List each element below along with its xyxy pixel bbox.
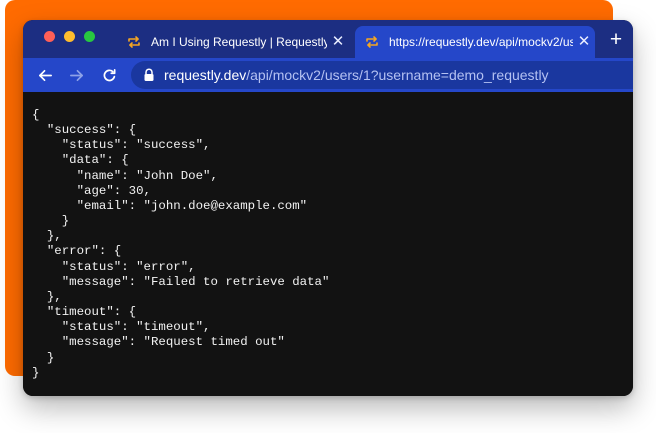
toolbar: requestly.dev/api/mockv2/users/1?usernam… — [23, 58, 633, 92]
tab-title: https://requestly.dev/api/mockv2/users/1… — [389, 35, 573, 49]
back-button[interactable] — [35, 65, 55, 85]
window-close-button[interactable] — [44, 31, 55, 42]
url-text[interactable]: requestly.dev/api/mockv2/users/1?usernam… — [164, 67, 549, 83]
new-tab-button[interactable]: + — [605, 29, 627, 51]
address-bar[interactable]: requestly.dev/api/mockv2/users/1?usernam… — [131, 61, 633, 89]
arrow-right-icon — [69, 69, 83, 81]
window-minimize-button[interactable] — [64, 31, 75, 42]
requestly-swap-icon — [127, 35, 141, 49]
tab-close-button[interactable]: ✕ — [573, 34, 595, 50]
forward-button[interactable] — [66, 65, 86, 85]
requestly-swap-icon — [365, 35, 379, 49]
lock-icon[interactable] — [143, 68, 155, 82]
page-content: { "success": { "status": "success", "dat… — [23, 92, 633, 396]
reload-button[interactable] — [99, 65, 119, 85]
url-host: requestly.dev — [164, 67, 247, 83]
json-response-body: { "success": { "status": "success", "dat… — [32, 108, 330, 380]
url-path: /api/mockv2/users/1?username=demo_reques… — [246, 67, 549, 83]
reload-icon — [103, 68, 115, 81]
tab-requestly-api-mock[interactable]: https://requestly.dev/api/mockv2/users/1… — [355, 26, 595, 58]
arrow-left-icon — [38, 69, 52, 81]
tab-am-i-using-requestly[interactable]: Am I Using Requestly | Requestly ✕ — [119, 26, 349, 58]
browser-window: Am I Using Requestly | Requestly ✕ https… — [23, 20, 633, 396]
window-maximize-button[interactable] — [84, 31, 95, 42]
tab-close-button[interactable]: ✕ — [327, 34, 349, 50]
tab-title: Am I Using Requestly | Requestly — [151, 35, 327, 49]
tab-strip: Am I Using Requestly | Requestly ✕ https… — [23, 20, 633, 58]
